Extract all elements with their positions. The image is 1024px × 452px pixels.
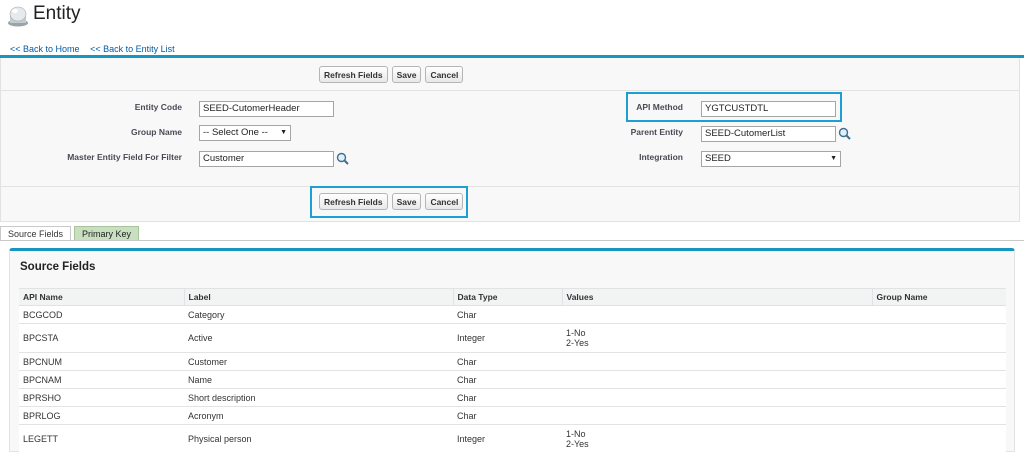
table-row: LEGETT Physical person Integer 1-No 2-Yes — [19, 424, 1006, 452]
table-row: BPCNUM Customer Char — [19, 352, 1006, 371]
label-cell: Category — [184, 305, 453, 324]
tab-primary-key[interactable]: Primary Key — [74, 226, 140, 241]
group-name-cell — [872, 424, 1006, 452]
column-header: Label — [183, 288, 453, 306]
table-row: BPCSTA Active Integer 1-No 2-Yes — [19, 323, 1006, 353]
page-header: Entity << Back to Home << Back to Entity… — [0, 0, 1024, 58]
buttons-highlight-box — [310, 186, 468, 218]
group-name-cell — [872, 323, 1006, 353]
entity-icon — [8, 6, 28, 27]
data-type-cell: Char — [453, 388, 562, 407]
data-type-cell: Integer — [453, 323, 562, 353]
data-type-cell: Integer — [453, 424, 562, 452]
master-entity-label: Master Entity Field For Filter — [67, 152, 182, 162]
group-name-cell — [872, 352, 1006, 371]
value-line: 1-No — [566, 429, 586, 439]
table-row: BPCNAM Name Char — [19, 370, 1006, 389]
refresh-fields-button[interactable]: Refresh Fields — [319, 66, 388, 83]
group-name-select[interactable]: -- Select One -- ▼ — [199, 125, 291, 141]
values-cell — [562, 370, 872, 389]
integration-label: Integration — [639, 152, 683, 162]
api-name-cell: BPCNUM — [19, 352, 184, 371]
label-cell: Name — [184, 370, 453, 389]
save-button[interactable]: Save — [391, 66, 422, 83]
divider — [1, 90, 1019, 91]
api-name-cell: BPRLOG — [19, 406, 184, 425]
column-header: Group Name — [871, 288, 1006, 306]
column-header: Data Type — [452, 288, 562, 306]
back-to-home-link[interactable]: << Back to Home — [10, 44, 80, 54]
entity-code-field[interactable]: SEED-CutomerHeader — [199, 101, 334, 117]
group-name-cell — [872, 370, 1006, 389]
values-cell — [562, 406, 872, 425]
back-to-entity-list-link[interactable]: << Back to Entity List — [90, 44, 175, 54]
section-title: Source Fields — [20, 261, 96, 273]
tab-divider — [0, 240, 1024, 241]
source-fields-section: Source Fields API Name Label Data Type V… — [9, 248, 1015, 452]
integration-value: SEED — [705, 153, 731, 164]
label-cell: Customer — [184, 352, 453, 371]
group-name-cell — [872, 406, 1006, 425]
cancel-button[interactable]: Cancel — [425, 66, 464, 83]
value-line: 2-Yes — [566, 439, 589, 449]
table-row: BPRSHO Short description Char — [19, 388, 1006, 407]
values-cell: 1-No 2-Yes — [562, 323, 872, 353]
entity-detail-panel: Refresh Fields Save Cancel Entity Code S… — [0, 58, 1020, 222]
api-method-highlight-box — [626, 92, 842, 122]
lookup-icon[interactable] — [336, 152, 349, 165]
lookup-icon[interactable] — [838, 127, 851, 140]
parent-entity-label: Parent Entity — [630, 127, 683, 137]
table-header-row: API Name Label Data Type Values Group Na… — [19, 288, 1006, 306]
label-cell: Active — [184, 323, 453, 353]
dropdown-arrow-icon: ▼ — [280, 129, 287, 136]
breadcrumb: << Back to Home << Back to Entity List — [10, 44, 183, 54]
values-cell: 1-No 2-Yes — [562, 424, 872, 452]
api-name-cell: BCGCOD — [19, 305, 184, 324]
top-button-bar: Refresh Fields Save Cancel — [319, 66, 464, 84]
group-name-value: -- Select One -- — [203, 127, 268, 138]
values-cell — [562, 388, 872, 407]
values-cell — [562, 352, 872, 371]
source-fields-table: API Name Label Data Type Values Group Na… — [19, 288, 1006, 452]
data-type-cell: Char — [453, 370, 562, 389]
label-cell: Physical person — [184, 424, 453, 452]
group-name-cell — [872, 305, 1006, 324]
group-name-label: Group Name — [130, 127, 182, 137]
column-header: API Name — [19, 288, 184, 306]
tab-source-fields[interactable]: Source Fields — [0, 226, 72, 241]
data-type-cell: Char — [453, 352, 562, 371]
data-type-cell: Char — [453, 305, 562, 324]
value-line: 2-Yes — [566, 338, 589, 348]
value-line: 1-No — [566, 328, 586, 338]
api-name-cell: BPCSTA — [19, 323, 184, 353]
column-header: Values — [561, 288, 872, 306]
table-row: BPRLOG Acronym Char — [19, 406, 1006, 425]
parent-entity-field[interactable]: SEED-CutomerList — [701, 126, 836, 142]
page-title: Entity — [33, 3, 81, 24]
api-name-cell: BPCNAM — [19, 370, 184, 389]
group-name-cell — [872, 388, 1006, 407]
api-name-cell: LEGETT — [19, 424, 184, 452]
label-cell: Acronym — [184, 406, 453, 425]
values-cell — [562, 305, 872, 324]
entity-code-label: Entity Code — [134, 102, 182, 112]
api-name-cell: BPRSHO — [19, 388, 184, 407]
integration-select[interactable]: SEED ▼ — [701, 151, 841, 167]
divider — [1, 186, 1019, 187]
data-type-cell: Char — [453, 406, 562, 425]
master-entity-field[interactable]: Customer — [199, 151, 334, 167]
table-row: BCGCOD Category Char — [19, 305, 1006, 324]
label-cell: Short description — [184, 388, 453, 407]
dropdown-arrow-icon: ▼ — [830, 155, 837, 162]
